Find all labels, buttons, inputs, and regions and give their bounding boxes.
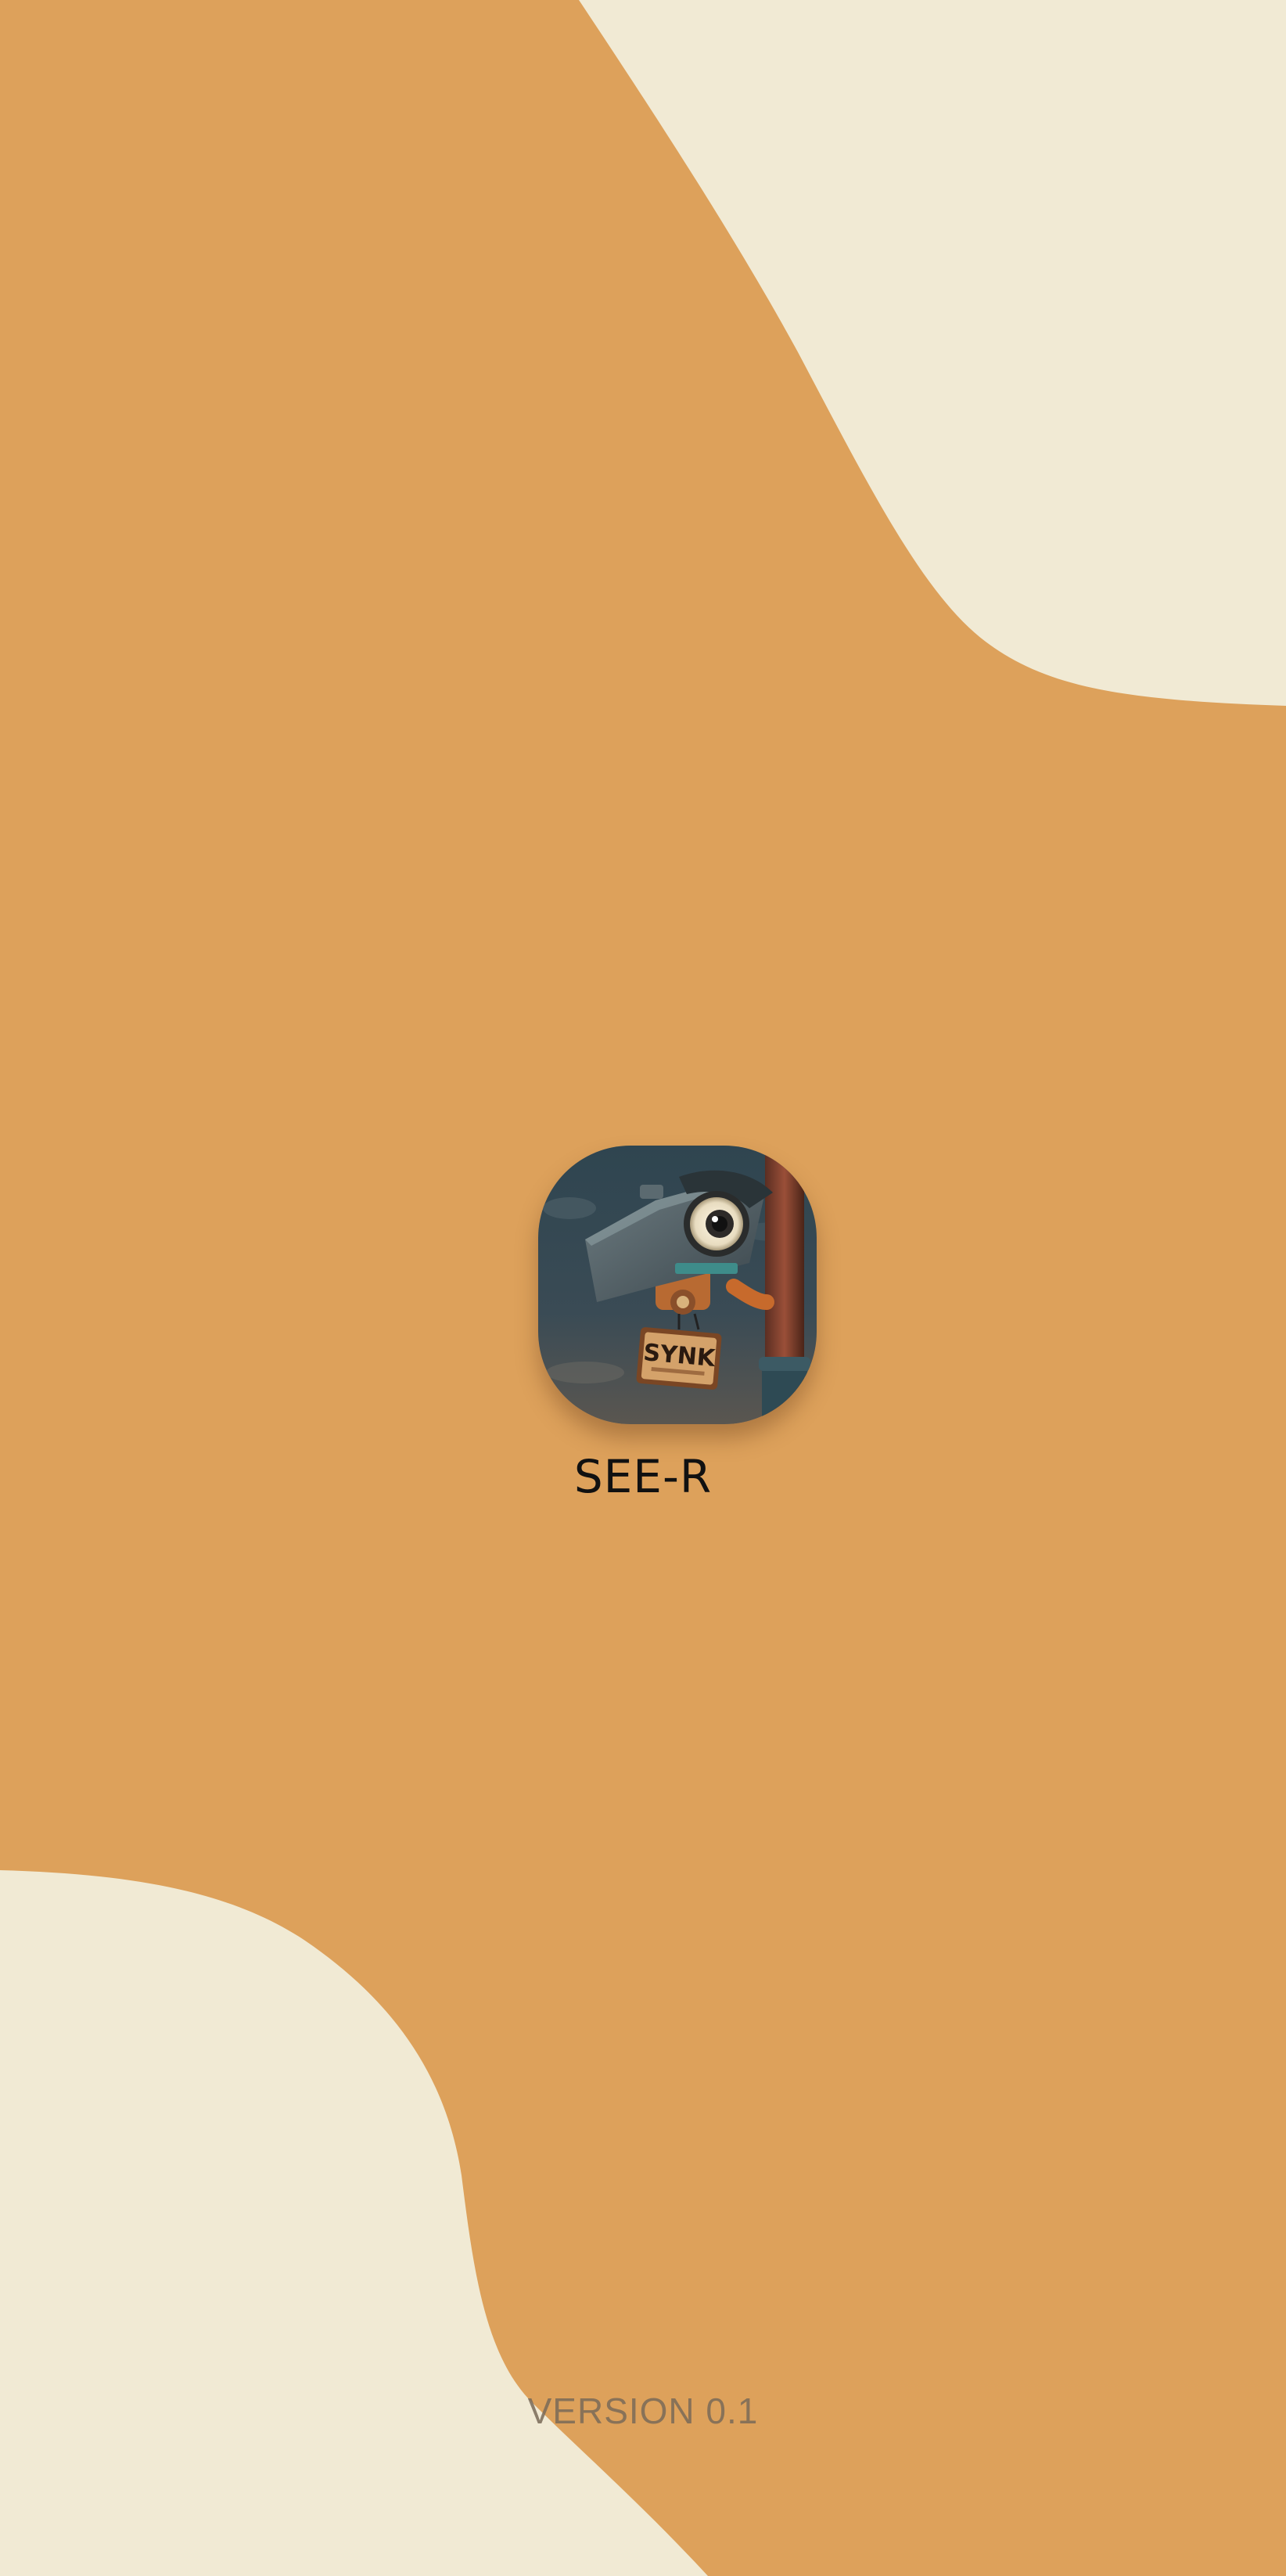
splash-screen: SYNK SEE-R VERSION 0.1 [0,0,1286,2576]
version-label: VERSION 0.1 [527,2391,759,2431]
app-title: SEE-R [573,1450,713,1503]
security-camera-robot-icon: SYNK [538,1146,817,1424]
bottom-left-blob [0,1870,708,2576]
app-logo: SYNK [538,1146,817,1424]
top-right-blob [579,0,1286,706]
